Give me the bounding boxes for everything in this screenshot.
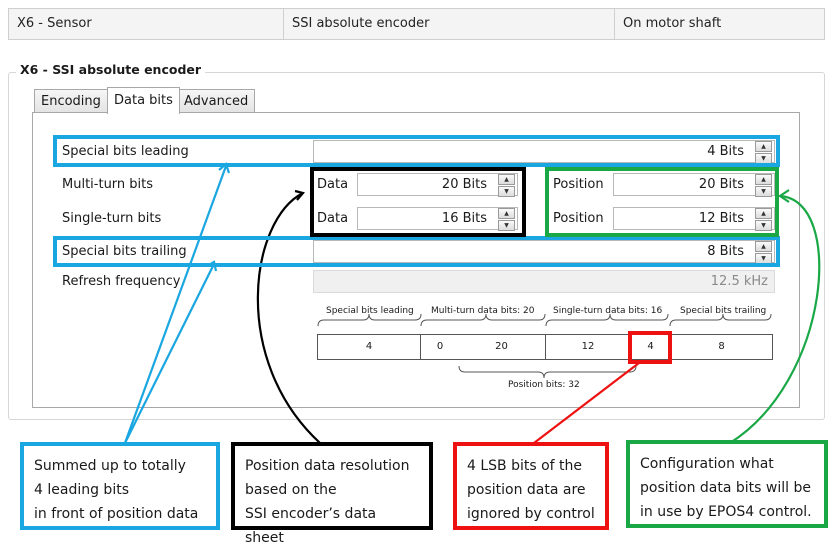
callout-line: Position data resolution bbox=[245, 458, 410, 474]
diagram-cell-trailing: 8 bbox=[670, 334, 773, 360]
position-bracket bbox=[458, 365, 637, 379]
callout-line: position data are bbox=[467, 482, 586, 498]
callout-line: position data bits will be bbox=[640, 480, 811, 496]
callout-line: in use by EPOS4 control. bbox=[640, 504, 812, 520]
highlight-position-bits bbox=[545, 167, 779, 237]
callout-ignored-lsb: 4 LSB bits of the position data are igno… bbox=[453, 442, 609, 530]
callout-line: based on the bbox=[245, 482, 337, 498]
callout-line: 4 LSB bits of the bbox=[467, 458, 583, 474]
callout-leading-bits: Summed up to totally 4 leading bits in f… bbox=[20, 442, 220, 530]
diagram-label-leading: Special bits leading bbox=[326, 306, 414, 316]
highlight-special-leading bbox=[53, 135, 780, 167]
diagram-label-trailing: Special bits trailing bbox=[680, 306, 767, 316]
diagram-cell-single-turn: 12 bbox=[545, 334, 631, 360]
highlight-data-bits bbox=[310, 167, 526, 237]
diagram-cell-multi-unused: 0 bbox=[420, 334, 459, 360]
highlight-ignored-lsb bbox=[628, 331, 672, 364]
diagram-label-position-bits: Position bits: 32 bbox=[508, 380, 580, 390]
diagram-label-multi-turn: Multi-turn data bits: 20 bbox=[431, 306, 535, 316]
callout-line: Summed up to totally bbox=[34, 458, 186, 474]
blue-arrow bbox=[124, 263, 215, 444]
callout-line: 4 leading bits bbox=[34, 482, 129, 498]
highlight-special-trailing bbox=[53, 236, 780, 267]
diagram-cell-multi-turn: 20 bbox=[458, 334, 546, 360]
blue-arrow bbox=[123, 165, 228, 444]
tab-data-bits[interactable]: Data bits bbox=[107, 87, 180, 114]
red-arrow bbox=[533, 352, 653, 444]
diagram-cell-leading: 4 bbox=[317, 334, 421, 360]
callout-line: SSI encoder’s data sheet bbox=[245, 506, 377, 546]
callout-line: Configuration what bbox=[640, 456, 774, 472]
callout-data-resolution: Position data resolution based on the SS… bbox=[231, 442, 433, 546]
callout-line: in front of position data bbox=[34, 506, 199, 522]
callout-position-config: Configuration what position data bits wi… bbox=[626, 440, 828, 528]
callout-line: ignored by control bbox=[467, 506, 595, 522]
diagram-label-single-turn: Single-turn data bits: 16 bbox=[553, 306, 663, 316]
